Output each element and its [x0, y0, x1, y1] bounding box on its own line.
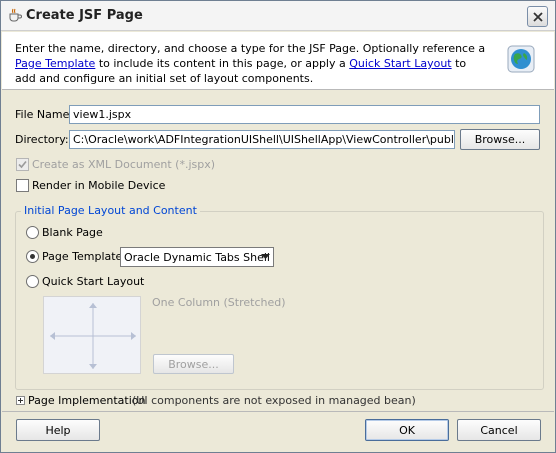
close-icon	[533, 12, 543, 22]
ok-button[interactable]: OK	[365, 419, 449, 441]
dialog-header: Enter the name, directory, and choose a …	[2, 32, 554, 90]
layout-name: One Column (Stretched)	[152, 296, 286, 309]
render-mobile-checkbox[interactable]	[16, 179, 29, 192]
create-xml-label: Create as XML Document (*.jspx)	[32, 158, 216, 171]
plus-icon	[18, 398, 23, 403]
create-xml-checkbox[interactable]	[16, 158, 29, 171]
cancel-button[interactable]: Cancel	[457, 419, 541, 441]
directory-browse-button[interactable]: Browse...	[460, 129, 540, 150]
blank-page-label: Blank Page	[42, 226, 103, 239]
globe-icon	[507, 45, 535, 73]
file-name-input[interactable]: view1.jspx	[69, 105, 540, 124]
page-template-select[interactable]: Oracle Dynamic Tabs Shell	[120, 247, 274, 267]
quick-start-layout-link[interactable]: Quick Start Layout	[349, 57, 451, 70]
window-title: Create JSF Page	[26, 8, 143, 23]
coffee-cup-icon	[7, 7, 23, 23]
layout-preview	[43, 296, 141, 374]
layout-browse-button[interactable]: Browse...	[153, 354, 234, 374]
layout-arrows-icon	[50, 303, 136, 369]
checkmark-icon	[18, 160, 27, 169]
close-button[interactable]	[527, 6, 548, 27]
page-template-label: Page Template	[42, 250, 123, 263]
blank-page-radio[interactable]	[26, 226, 39, 239]
header-text-1: Enter the name, directory, and choose a …	[15, 42, 486, 55]
page-template-selected-value: Oracle Dynamic Tabs Shell	[124, 251, 270, 264]
radio-selected-dot	[30, 254, 35, 259]
header-description: Enter the name, directory, and choose a …	[15, 41, 490, 86]
header-text-2: to include its content in this page, or …	[95, 57, 350, 70]
chevron-down-icon	[261, 254, 270, 259]
page-implementation-note: (UI components are not exposed in manage…	[132, 394, 416, 407]
expand-toggle[interactable]	[16, 396, 25, 405]
page-template-radio[interactable]	[26, 250, 39, 263]
footer-divider	[2, 411, 554, 412]
directory-label: Directory:	[15, 133, 69, 146]
help-button[interactable]: Help	[16, 419, 100, 441]
quick-start-label: Quick Start Layout	[42, 275, 145, 288]
title-bar: Create JSF Page	[1, 1, 555, 31]
file-name-label: File Name:	[15, 108, 74, 121]
render-mobile-label: Render in Mobile Device	[32, 179, 166, 192]
page-implementation-label[interactable]: Page Implementation	[28, 394, 145, 407]
create-jsf-page-dialog: Create JSF Page Enter the name, director…	[0, 0, 556, 453]
page-template-link[interactable]: Page Template	[15, 57, 95, 70]
directory-input[interactable]: C:\Oracle\work\ADFIntegrationUIShell\UIS…	[69, 130, 455, 149]
initial-layout-group-title: Initial Page Layout and Content	[21, 204, 200, 217]
quick-start-radio[interactable]	[26, 275, 39, 288]
